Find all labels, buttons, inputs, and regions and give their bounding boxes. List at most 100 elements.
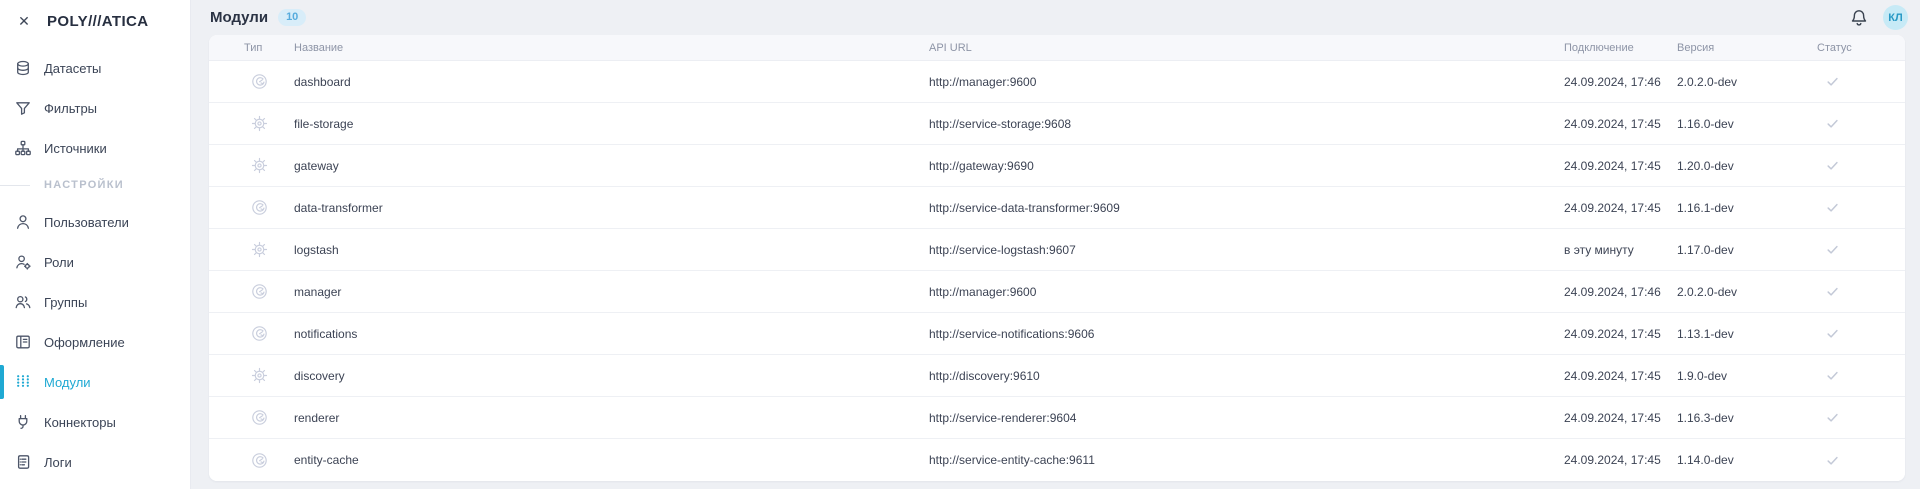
module-name: manager bbox=[294, 285, 929, 299]
sources-icon bbox=[14, 139, 32, 157]
module-connected-at: в эту минуту bbox=[1564, 243, 1677, 257]
sidebar-item-filters[interactable]: Фильтры bbox=[0, 88, 190, 128]
gear-icon bbox=[251, 115, 268, 132]
gear-icon bbox=[251, 241, 268, 258]
sidebar-item-label: Роли bbox=[44, 255, 74, 270]
role-icon bbox=[14, 253, 32, 271]
table-row[interactable]: dashboard http://manager:9600 24.09.2024… bbox=[209, 61, 1905, 103]
sidebar-item-roles[interactable]: Роли bbox=[0, 242, 190, 282]
column-header-version: Версия bbox=[1677, 42, 1817, 54]
avatar[interactable]: КЛ bbox=[1883, 5, 1908, 30]
module-name: entity-cache bbox=[294, 453, 929, 467]
count-badge: 10 bbox=[278, 9, 306, 26]
gear-icon bbox=[251, 367, 268, 384]
table-header-row: Тип Название API URL Подключение Версия … bbox=[209, 35, 1905, 61]
check-icon bbox=[1825, 74, 1840, 89]
sidebar-item-modules[interactable]: Модули bbox=[0, 362, 190, 402]
topbar: Модули 10 КЛ bbox=[191, 0, 1920, 35]
module-connected-at: 24.09.2024, 17:45 bbox=[1564, 327, 1677, 341]
modules-icon bbox=[14, 373, 32, 391]
check-icon bbox=[1825, 116, 1840, 131]
sidebar-item-label: Источники bbox=[44, 141, 107, 156]
sidebar-item-label: Логи bbox=[44, 455, 72, 470]
page-title: Модули bbox=[210, 9, 268, 26]
section-label: НАСТРОЙКИ bbox=[44, 179, 124, 191]
sidebar-header: ✕ POLY///ATICA bbox=[0, 0, 190, 42]
topbar-actions: КЛ bbox=[1849, 0, 1908, 35]
module-logo-icon bbox=[251, 283, 268, 300]
table-row[interactable]: data-transformer http://service-data-tra… bbox=[209, 187, 1905, 229]
module-logo-icon bbox=[251, 199, 268, 216]
sidebar-item-label: Пользователи bbox=[44, 215, 129, 230]
sidebar: ✕ POLY///ATICA Датасеты Фильтры bbox=[0, 0, 191, 489]
table-row[interactable]: renderer http://service-renderer:9604 24… bbox=[209, 397, 1905, 439]
check-icon bbox=[1825, 453, 1840, 468]
table-row[interactable]: manager http://manager:9600 24.09.2024, … bbox=[209, 271, 1905, 313]
module-version: 1.16.3-dev bbox=[1677, 411, 1817, 425]
table-row[interactable]: entity-cache http://service-entity-cache… bbox=[209, 439, 1905, 481]
appearance-icon bbox=[14, 333, 32, 351]
table-row[interactable]: logstash http://service-logstash:9607 в … bbox=[209, 229, 1905, 271]
filter-icon bbox=[14, 99, 32, 117]
check-icon bbox=[1825, 410, 1840, 425]
module-connected-at: 24.09.2024, 17:45 bbox=[1564, 117, 1677, 131]
table-row[interactable]: gateway http://gateway:9690 24.09.2024, … bbox=[209, 145, 1905, 187]
module-name: file-storage bbox=[294, 117, 929, 131]
logs-icon bbox=[14, 453, 32, 471]
column-header-name: Название bbox=[294, 42, 929, 54]
sidebar-item-label: Фильтры bbox=[44, 101, 97, 116]
module-api-url: http://discovery:9610 bbox=[929, 369, 1564, 383]
database-icon bbox=[14, 59, 32, 77]
bell-icon[interactable] bbox=[1849, 8, 1869, 28]
module-connected-at: 24.09.2024, 17:46 bbox=[1564, 75, 1677, 89]
module-version: 1.20.0-dev bbox=[1677, 159, 1817, 173]
module-version: 1.13.1-dev bbox=[1677, 327, 1817, 341]
module-api-url: http://manager:9600 bbox=[929, 75, 1564, 89]
module-name: data-transformer bbox=[294, 201, 929, 215]
modules-table: Тип Название API URL Подключение Версия … bbox=[209, 35, 1905, 481]
sidebar-item-label: Группы bbox=[44, 295, 87, 310]
column-header-status: Статус bbox=[1817, 42, 1902, 54]
user-icon bbox=[14, 213, 32, 231]
sidebar-item-datasets[interactable]: Датасеты bbox=[0, 48, 190, 88]
sidebar-nav: Датасеты Фильтры Источники НАСТРОЙКИ bbox=[0, 48, 190, 482]
check-icon bbox=[1825, 242, 1840, 257]
column-header-connection: Подключение bbox=[1564, 42, 1677, 54]
check-icon bbox=[1825, 158, 1840, 173]
check-icon bbox=[1825, 284, 1840, 299]
module-name: logstash bbox=[294, 243, 929, 257]
sidebar-item-label: Оформление bbox=[44, 335, 125, 350]
logo: POLY///ATICA bbox=[47, 13, 148, 30]
sidebar-item-groups[interactable]: Группы bbox=[0, 282, 190, 322]
sidebar-item-label: Коннекторы bbox=[44, 415, 116, 430]
module-connected-at: 24.09.2024, 17:45 bbox=[1564, 159, 1677, 173]
module-connected-at: 24.09.2024, 17:45 bbox=[1564, 453, 1677, 467]
table-row[interactable]: notifications http://service-notificatio… bbox=[209, 313, 1905, 355]
module-logo-icon bbox=[251, 452, 268, 469]
active-indicator bbox=[0, 365, 4, 399]
module-api-url: http://service-storage:9608 bbox=[929, 117, 1564, 131]
module-connected-at: 24.09.2024, 17:45 bbox=[1564, 369, 1677, 383]
sidebar-item-appearance[interactable]: Оформление bbox=[0, 322, 190, 362]
section-divider bbox=[0, 185, 30, 186]
table-row[interactable]: discovery http://discovery:9610 24.09.20… bbox=[209, 355, 1905, 397]
module-api-url: http://gateway:9690 bbox=[929, 159, 1564, 173]
module-name: gateway bbox=[294, 159, 929, 173]
module-name: renderer bbox=[294, 411, 929, 425]
module-version: 1.16.0-dev bbox=[1677, 117, 1817, 131]
module-version: 2.0.2.0-dev bbox=[1677, 285, 1817, 299]
sidebar-item-label: Датасеты bbox=[44, 61, 101, 76]
module-version: 1.16.1-dev bbox=[1677, 201, 1817, 215]
sidebar-item-users[interactable]: Пользователи bbox=[0, 202, 190, 242]
sidebar-item-connectors[interactable]: Коннекторы bbox=[0, 402, 190, 442]
sidebar-item-logs[interactable]: Логи bbox=[0, 442, 190, 482]
module-connected-at: 24.09.2024, 17:46 bbox=[1564, 285, 1677, 299]
sidebar-item-label: Модули bbox=[44, 375, 91, 390]
table-row[interactable]: file-storage http://service-storage:9608… bbox=[209, 103, 1905, 145]
module-api-url: http://service-notifications:9606 bbox=[929, 327, 1564, 341]
close-icon[interactable]: ✕ bbox=[15, 13, 33, 30]
module-name: dashboard bbox=[294, 75, 929, 89]
module-version: 1.17.0-dev bbox=[1677, 243, 1817, 257]
sidebar-item-sources[interactable]: Источники bbox=[0, 128, 190, 168]
module-name: discovery bbox=[294, 369, 929, 383]
